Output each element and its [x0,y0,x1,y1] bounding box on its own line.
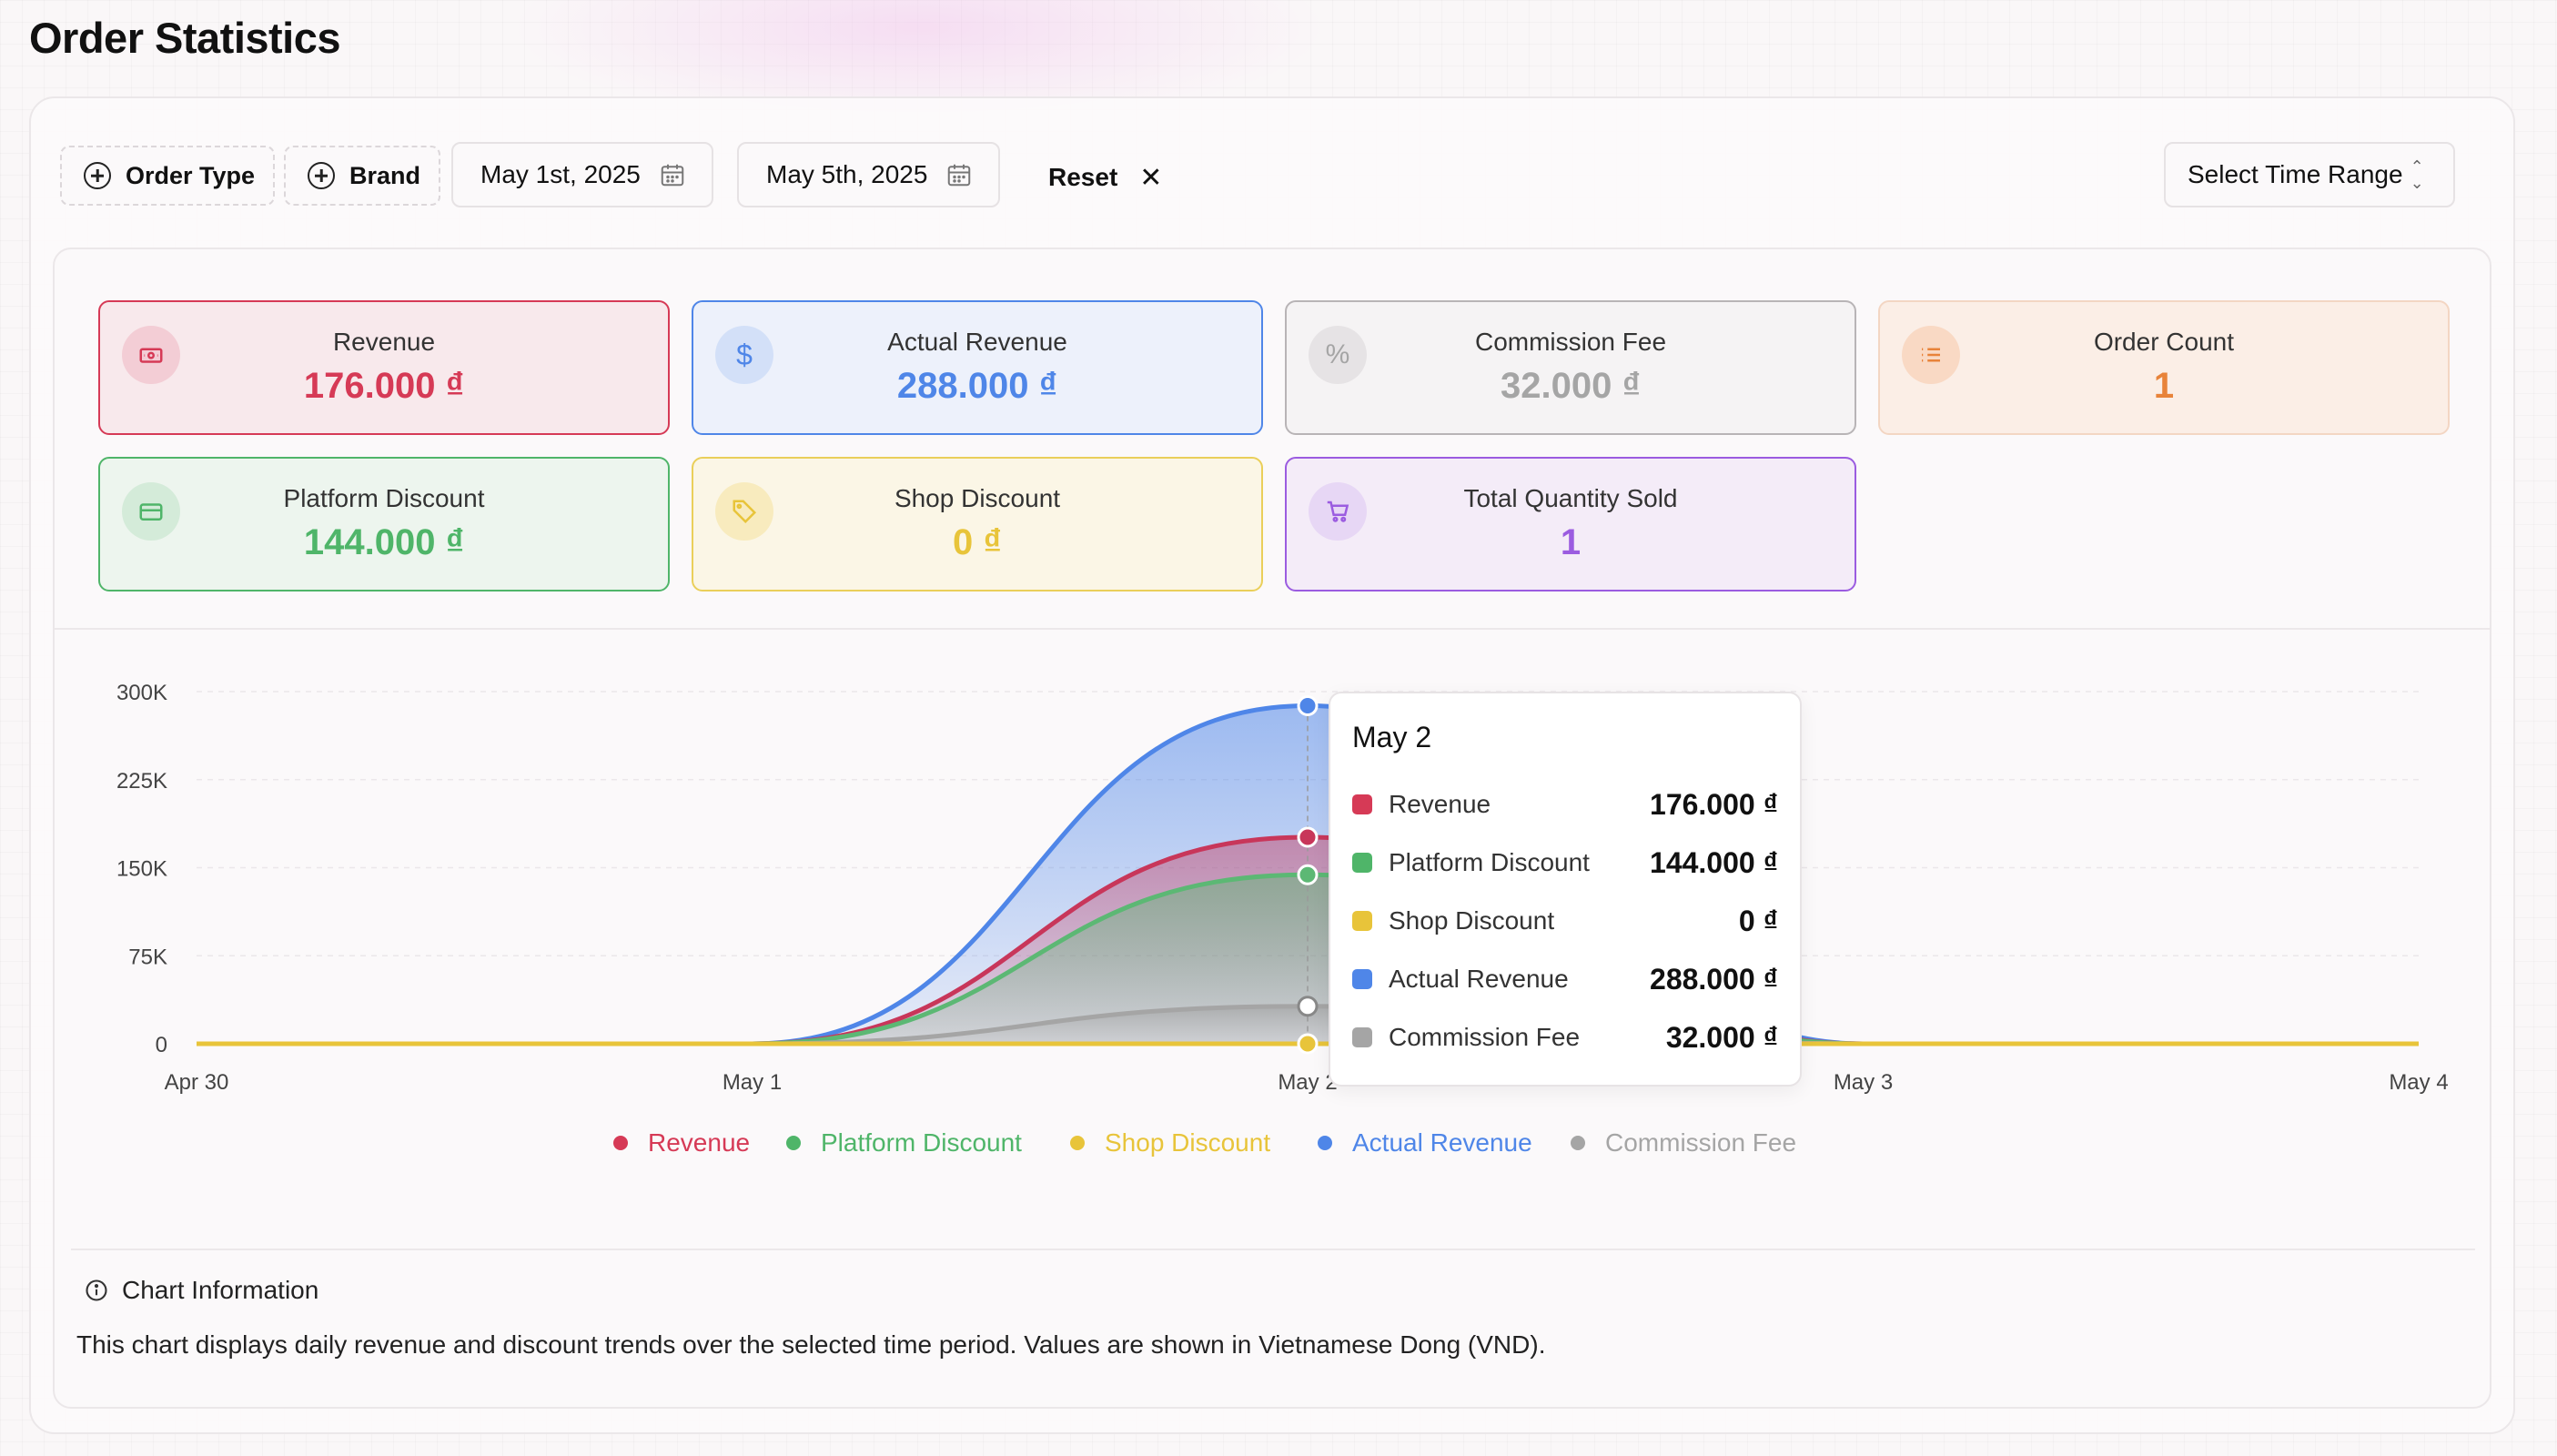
legend-item-platform-discount[interactable]: Platform Discount [786,1125,1022,1161]
stat-card-order-count: Order Count 1 [1878,300,2450,435]
end-date-picker[interactable]: May 5th, 2025 [737,142,1001,207]
tooltip-title: May 2 [1352,721,1432,753]
reset-label: Reset [1048,163,1118,191]
info-icon [84,1278,109,1303]
stat-label: Total Quantity Sold [1463,484,1678,512]
stat-card-commission-fee: % Commission Fee 32.000 ₫ [1285,300,1856,435]
order-type-filter-button[interactable]: Order Type [60,146,276,206]
brand-label: Brand [349,161,421,189]
stat-card-total-quantity-sold: Total Quantity Sold 1 [1285,457,1856,592]
stat-value: 32.000 ₫ [1501,366,1641,406]
legend-dot [613,1136,628,1150]
legend-label: Shop Discount [1105,1128,1271,1157]
page-title: Order Statistics [29,14,341,62]
stat-label: Commission Fee [1474,328,1667,356]
legend-label: Actual Revenue [1352,1128,1532,1157]
legend-item-revenue[interactable]: Revenue [613,1125,750,1161]
tooltip-row-value: 288.000 ₫ [1650,962,1778,996]
start-date-value: May 1st, 2025 [480,160,641,188]
stat-value: 288.000 ₫ [896,366,1058,406]
tooltip-row: Actual Revenue 288.000 ₫ [1352,961,1778,997]
time-range-select[interactable]: Select Time Range ⌃ ⌄ [2164,142,2455,207]
time-range-label: Select Time Range [2188,160,2403,188]
calendar-icon [659,161,686,188]
section-divider [55,628,2490,630]
stat-value: 176.000 ₫ [303,366,465,406]
series-swatch [1352,969,1372,989]
stat-card-actual-revenue: $ Actual Revenue 288.000 ₫ [692,300,1263,435]
reset-button[interactable]: Reset ✕ [1048,155,1162,200]
tooltip-row-name: Commission Fee [1389,1023,1581,1051]
tooltip-row-name: Actual Revenue [1389,965,1569,993]
stat-label: Order Count [2093,328,2235,356]
stat-card-revenue: Revenue 176.000 ₫ [98,300,670,435]
end-date-value: May 5th, 2025 [766,160,928,188]
tooltip-row: Commission Fee 32.000 ₫ [1352,1019,1778,1056]
tooltip-row-value: 0 ₫ [1738,904,1778,937]
plus-circle-icon [84,162,111,189]
legend-label: Revenue [648,1128,751,1157]
stat-label: Platform Discount [283,484,485,512]
info-divider [71,1249,2475,1250]
legend-item-commission-fee[interactable]: Commission Fee [1571,1125,1796,1161]
chart-information-heading: Chart Information [84,1276,318,1305]
stat-value: 1 [2153,366,2175,406]
calendar-icon [945,161,973,188]
chevron-up-down-icon: ⌃ ⌄ [2410,157,2424,192]
chart-tooltip: May 2 Revenue 176.000 ₫ Platform Discoun… [1329,692,1802,1087]
series-swatch [1352,911,1372,931]
tooltip-row-value: 144.000 ₫ [1650,845,1778,879]
order-type-label: Order Type [126,161,256,189]
stat-card-shop-discount: Shop Discount 0 ₫ [692,457,1263,592]
legend-item-actual-revenue[interactable]: Actual Revenue [1318,1125,1532,1161]
tooltip-row: Revenue 176.000 ₫ [1352,786,1778,823]
close-icon: ✕ [1139,162,1163,193]
stat-value: 1 [1560,522,1582,562]
tooltip-row-value: 32.000 ₫ [1665,1020,1778,1054]
plus-circle-icon [308,162,335,189]
series-swatch [1352,794,1372,814]
legend-dot [1070,1136,1085,1150]
stat-value: 144.000 ₫ [303,522,465,562]
legend-dot [1318,1136,1332,1150]
stat-label: Shop Discount [894,484,1061,512]
tooltip-row: Platform Discount 144.000 ₫ [1352,844,1778,881]
tooltip-row: Shop Discount 0 ₫ [1352,903,1778,939]
stat-label: Revenue [332,328,436,356]
brand-filter-button[interactable]: Brand [284,146,441,206]
tooltip-row-value: 176.000 ₫ [1650,787,1778,821]
info-title-text: Chart Information [122,1276,319,1304]
series-swatch [1352,1027,1372,1047]
series-swatch [1352,853,1372,873]
tooltip-row-name: Shop Discount [1389,906,1555,935]
stat-value: 0 ₫ [953,522,1002,562]
stat-card-platform-discount: Platform Discount 144.000 ₫ [98,457,670,592]
tooltip-row-name: Platform Discount [1389,848,1590,876]
tooltip-row-name: Revenue [1389,790,1491,818]
legend-dot [786,1136,801,1150]
chart-information-text: This chart displays daily revenue and di… [76,1330,1546,1359]
legend-item-shop-discount[interactable]: Shop Discount [1070,1125,1270,1161]
legend-dot [1571,1136,1585,1150]
stat-label: Actual Revenue [887,328,1067,356]
legend-label: Commission Fee [1605,1128,1797,1157]
start-date-picker[interactable]: May 1st, 2025 [451,142,713,207]
legend-label: Platform Discount [821,1128,1022,1157]
